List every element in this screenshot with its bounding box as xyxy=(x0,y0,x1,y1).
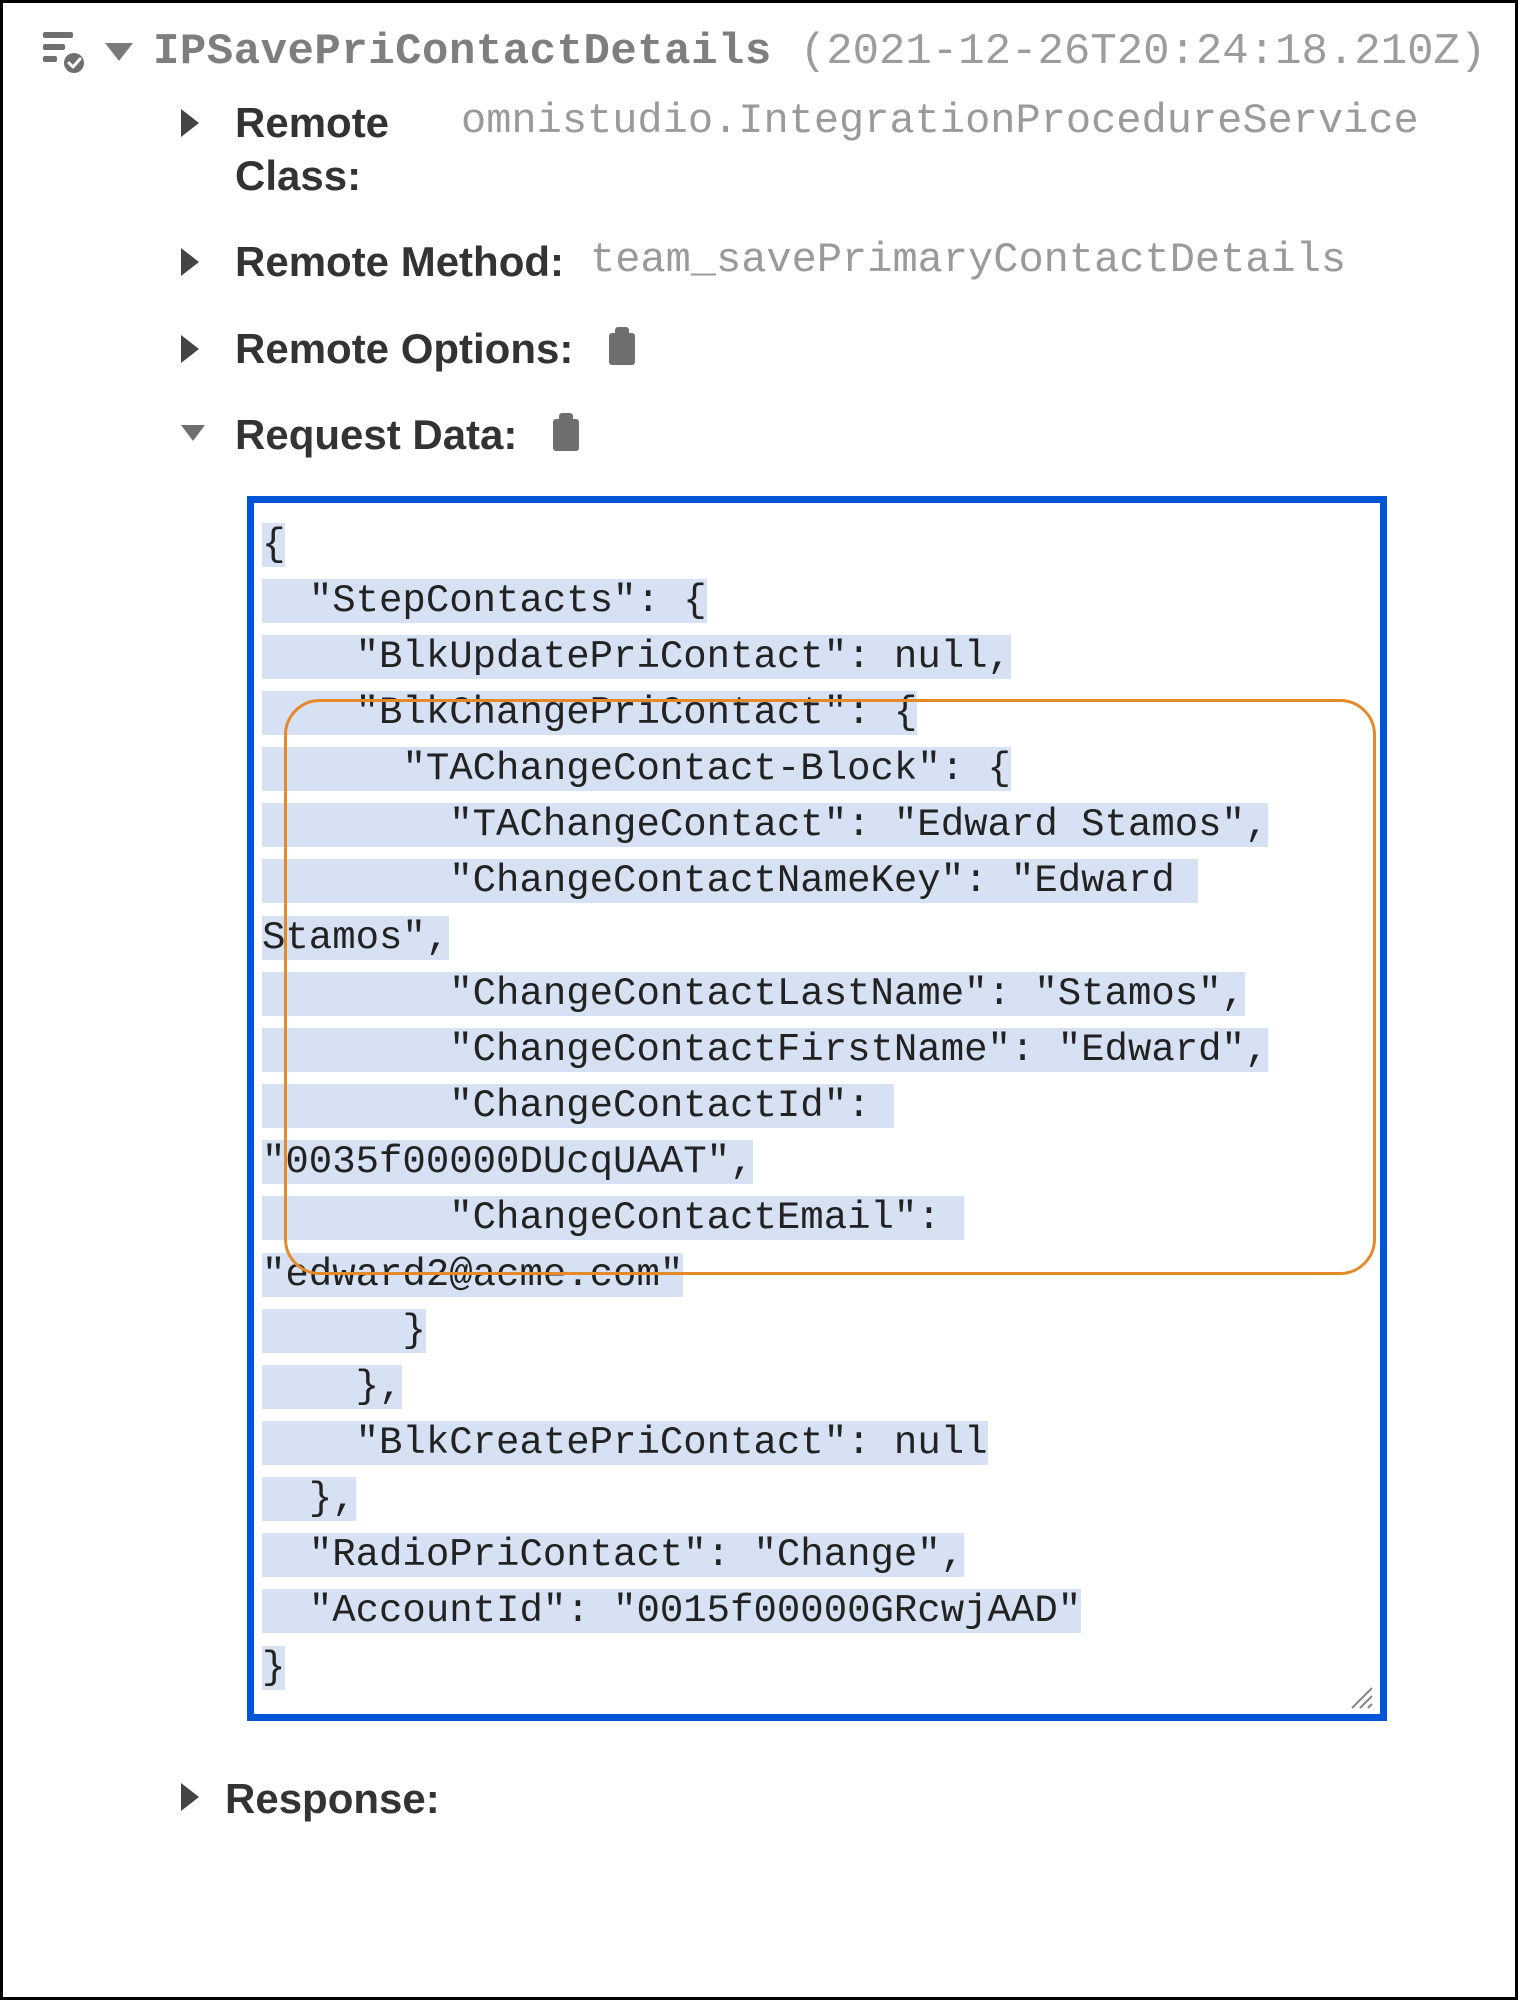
remote-class-row: Remote Class: omnistudio.IntegrationProc… xyxy=(181,97,1487,202)
resize-handle-icon[interactable] xyxy=(1348,1684,1374,1710)
expand-toggle[interactable] xyxy=(181,335,209,368)
debug-panel: IPSavePriContactDetails (2021-12-26T20:2… xyxy=(0,0,1518,2000)
remote-method-value: team_savePrimaryContactDetails xyxy=(590,236,1346,284)
chevron-right-icon xyxy=(181,248,199,276)
expand-toggle[interactable] xyxy=(181,109,209,142)
request-data-label: Request Data: xyxy=(235,409,517,462)
integration-step-icon xyxy=(41,30,85,74)
remote-options-label: Remote Options: xyxy=(235,323,573,376)
remote-class-value: omnistudio.IntegrationProcedureService xyxy=(461,97,1419,145)
response-label: Response: xyxy=(225,1773,440,1826)
collapse-toggle[interactable] xyxy=(181,425,209,446)
chevron-right-icon xyxy=(181,1783,199,1811)
expand-toggle[interactable] xyxy=(181,1783,199,1816)
collapse-toggle-icon[interactable] xyxy=(105,43,133,61)
chevron-right-icon xyxy=(181,109,199,137)
step-name: IPSavePriContactDetails xyxy=(153,27,772,77)
request-data-textarea[interactable]: { "StepContacts": { "BlkUpdatePriContact… xyxy=(247,496,1387,1721)
remote-method-label: Remote Method: xyxy=(235,236,564,289)
step-header: IPSavePriContactDetails (2021-12-26T20:2… xyxy=(41,27,1487,77)
remote-class-label: Remote Class: xyxy=(235,97,435,202)
response-row: Response: xyxy=(181,1773,1487,1826)
request-data-json: { "StepContacts": { "BlkUpdatePriContact… xyxy=(262,517,1372,1696)
clipboard-icon[interactable] xyxy=(549,413,583,453)
remote-options-row: Remote Options: xyxy=(181,323,1487,376)
chevron-down-icon xyxy=(181,425,205,441)
chevron-right-icon xyxy=(181,335,199,363)
request-data-row: Request Data: xyxy=(181,409,1487,462)
step-timestamp: (2021-12-26T20:24:18.210Z) xyxy=(800,27,1487,77)
clipboard-icon[interactable] xyxy=(605,327,639,367)
step-properties: Remote Class: omnistudio.IntegrationProc… xyxy=(181,97,1487,1721)
expand-toggle[interactable] xyxy=(181,248,209,281)
remote-method-row: Remote Method: team_savePrimaryContactDe… xyxy=(181,236,1487,289)
